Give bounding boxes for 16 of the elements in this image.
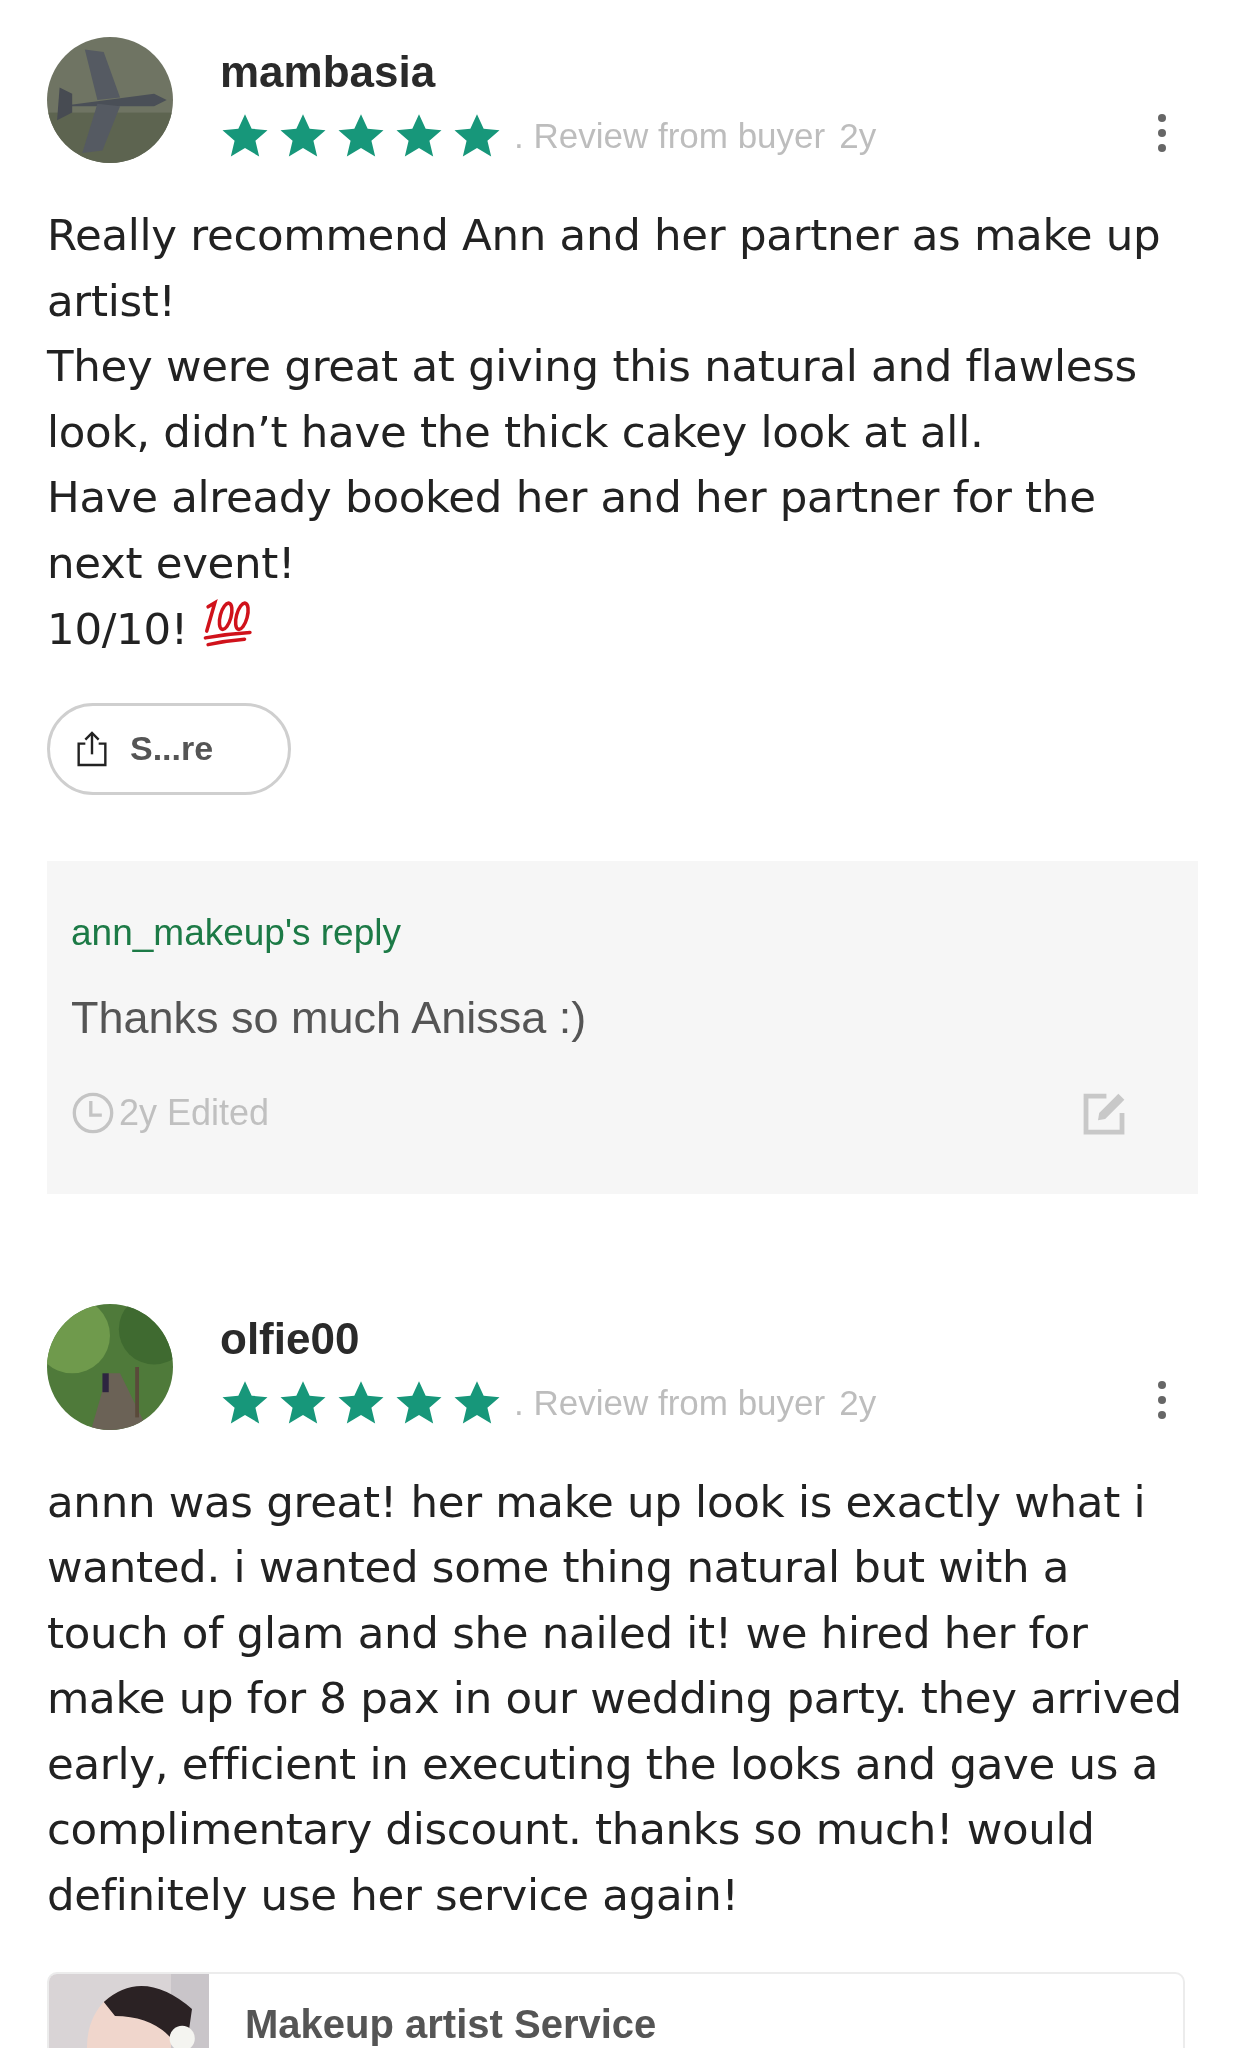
review-source: . Review from buyer <box>514 1382 826 1423</box>
product-card[interactable]: Makeup artist Service <box>47 1972 1185 2048</box>
review-age: 2y <box>839 1382 877 1423</box>
share-button[interactable]: S...re <box>47 702 291 795</box>
reply-text: Thanks so much Anissa :) <box>71 990 588 1045</box>
username: olfie00 <box>220 1312 361 1365</box>
more-options-icon[interactable] <box>1157 113 1167 153</box>
product-title: Makeup artist Service <box>245 2002 657 2047</box>
review-source: . Review from buyer <box>514 116 826 156</box>
review-text: Really recommend Ann and her partner as make up artist! They were great at giving this natural and flawless look, didn’t have the thick cakey look at all. Have already booked her and her partner for the next event! 10/10! <box>47 209 1162 656</box>
username: mambasia <box>220 46 437 98</box>
clock-icon <box>71 1090 115 1135</box>
more-options-icon[interactable] <box>1157 1379 1167 1420</box>
reply-title: ann_makeup's reply <box>71 910 402 955</box>
review-age: 2y <box>839 116 877 156</box>
review-text: annn was great! her make up look is exactly what i wanted. i wanted some thing natural but with a touch of glam and she nailed it! we hired her for make up for 8 pax in our wedding party. they arrived early, efficient in executing the looks and gave us a complimentary discount. thanks so much! would definitely use her service again! <box>47 1475 1183 1922</box>
